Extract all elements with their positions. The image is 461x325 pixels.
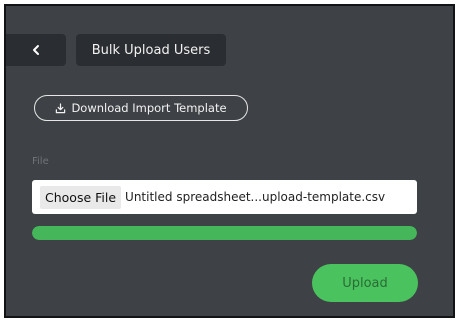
upload-progress-bar [32, 226, 417, 240]
file-input[interactable]: Choose File Untitled spreadsheet...uploa… [32, 180, 417, 214]
bulk-upload-panel: Bulk Upload Users Download Import Templa… [4, 4, 455, 318]
page-title: Bulk Upload Users [76, 34, 226, 66]
upload-button[interactable]: Upload [312, 264, 418, 302]
download-template-label: Download Import Template [71, 101, 227, 115]
choose-file-button[interactable]: Choose File [40, 185, 122, 209]
file-field-label: File [32, 156, 49, 167]
selected-file-name: Untitled spreadsheet...upload-template.c… [125, 190, 386, 204]
download-template-button[interactable]: Download Import Template [34, 95, 248, 121]
back-button[interactable] [6, 34, 66, 66]
download-icon [56, 102, 66, 113]
chevron-left-icon [33, 45, 39, 55]
upload-progress-fill [32, 226, 417, 240]
